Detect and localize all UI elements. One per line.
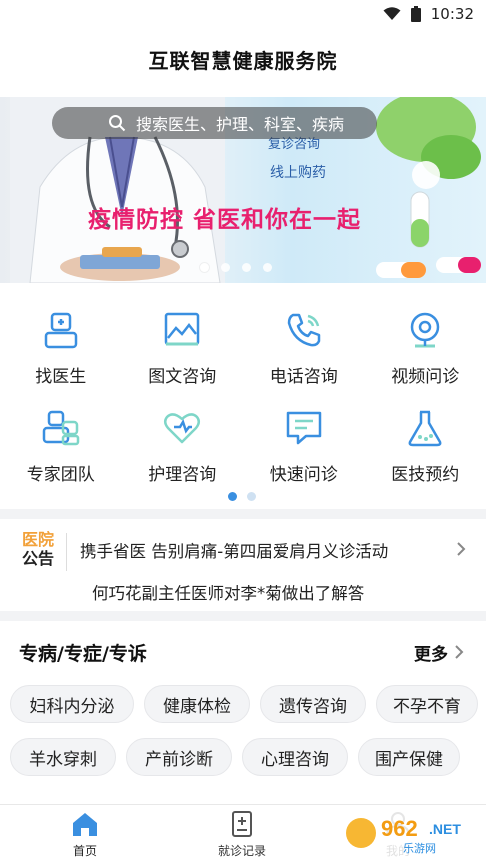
grid-item-label: 医技预约 [391,465,460,485]
camera-icon [411,312,440,348]
image-chat-icon [165,312,200,346]
specialty-title: 专病/专症/专诉 [19,643,147,665]
hospital-notice[interactable]: 医院 公告 携手省医 告别肩痛-第四届爱肩月义诊活动 何巧花副主任医师对李*菊做… [0,519,486,611]
specialty-chips: 妇科内分泌 健康体检 遗传咨询 不孕不育 羊水穿刺 产前诊断 心理咨询 围产保健 [10,685,486,791]
svg-text:962: 962 [381,816,418,841]
banner-slogan: 疫情防控 省医和你在一起 [88,207,362,233]
chip[interactable]: 遗传咨询 [260,685,366,723]
chip[interactable]: 围产保健 [358,738,460,776]
svg-text:乐游网: 乐游网 [403,842,436,855]
status-bar: 10:32 [0,0,486,28]
chip[interactable]: 心理咨询 [242,738,348,776]
search-placeholder: 搜索医生、护理、科室、疾病 [136,115,345,134]
more-link[interactable]: 更多 [414,640,448,665]
grid-item-quick-consult[interactable]: 快速问诊 [243,398,365,496]
page-title: 互联智慧健康服务院 [148,48,338,73]
notice-badge-top: 医院 [21,530,54,549]
grid-item-label: 快速问诊 [269,465,338,485]
grid-item-label: 电话咨询 [269,367,338,387]
notice-line-1[interactable]: 携手省医 告别肩痛-第四届爱肩月义诊活动 [80,538,388,562]
notice-line-2[interactable]: 何巧花副主任医师对李*菊做出了解答 [92,580,364,604]
capsule-illustration [376,97,481,278]
chip[interactable]: 羊水穿刺 [10,738,116,776]
banner-dot[interactable] [242,263,251,272]
grid-item-label: 图文咨询 [148,367,217,387]
doctor-icon [44,312,77,349]
grid-item-image-consult[interactable]: 图文咨询 [122,300,244,398]
grid-item-phone-consult[interactable]: 电话咨询 [243,300,365,398]
home-icon [73,813,97,836]
tab-home[interactable]: 首页 [35,811,135,859]
chevron-right-icon[interactable] [454,644,464,660]
search-bar[interactable]: 搜索医生、护理、科室、疾病 [52,107,377,139]
svg-text:.NET: .NET [429,821,461,837]
banner-text-2: 线上购药 [270,165,326,181]
phone-icon [287,313,320,347]
grid-item-tech-appointment[interactable]: 医技预约 [365,398,486,496]
watermark-logo: 962 .NET 乐游网 [343,808,478,858]
banner-dot[interactable] [221,263,230,272]
chip[interactable]: 健康体检 [144,685,250,723]
wifi-icon [383,7,401,20]
heart-care-icon [164,413,201,444]
chip[interactable]: 妇科内分泌 [10,685,134,723]
grid-pagination [228,492,256,501]
search-icon [109,115,126,132]
status-time: 10:32 [430,5,474,23]
flask-icon [408,410,442,447]
banner-pagination [200,263,272,272]
chevron-right-icon[interactable] [456,541,466,557]
section-divider [0,611,486,621]
clipboard-icon [232,811,252,837]
grid-item-label: 专家团队 [26,465,95,485]
notice-badge: 医院 公告 [18,530,58,568]
grid-page-dot[interactable] [228,492,237,501]
grid-page-dot[interactable] [247,492,256,501]
notice-badge-bottom: 公告 [21,549,54,568]
battery-icon [410,6,421,22]
grid-item-label: 视频问诊 [391,367,460,387]
tab-records[interactable]: 就诊记录 [192,811,292,859]
team-icon [42,410,79,446]
banner-dot[interactable] [263,263,272,272]
specialty-header: 专病/专症/专诉 更多 [0,637,486,667]
chip[interactable]: 不孕不育 [376,685,478,723]
tab-label: 首页 [72,844,97,858]
grid-item-find-doctor[interactable]: 找医生 [0,300,122,398]
notice-separator [66,533,67,571]
grid-item-label: 找医生 [35,367,87,387]
chip[interactable]: 产前诊断 [126,738,232,776]
grid-item-video-consult[interactable]: 视频问诊 [365,300,486,398]
grid-item-expert-team[interactable]: 专家团队 [0,398,122,496]
section-divider [0,509,486,519]
service-grid: 找医生 图文咨询 电话咨询 视频问诊 专家团队 护理咨询 快速问诊 医技预约 [0,300,486,496]
banner-dot[interactable] [200,263,209,272]
grid-item-nursing-consult[interactable]: 护理咨询 [122,398,244,496]
promo-banner[interactable]: 复诊咨询 线上购药 疫情防控 省医和你在一起 搜索医生、护理、科室、疾病 [0,97,486,283]
message-icon [286,411,321,445]
tab-label: 就诊记录 [217,844,266,858]
grid-item-label: 护理咨询 [148,465,217,485]
